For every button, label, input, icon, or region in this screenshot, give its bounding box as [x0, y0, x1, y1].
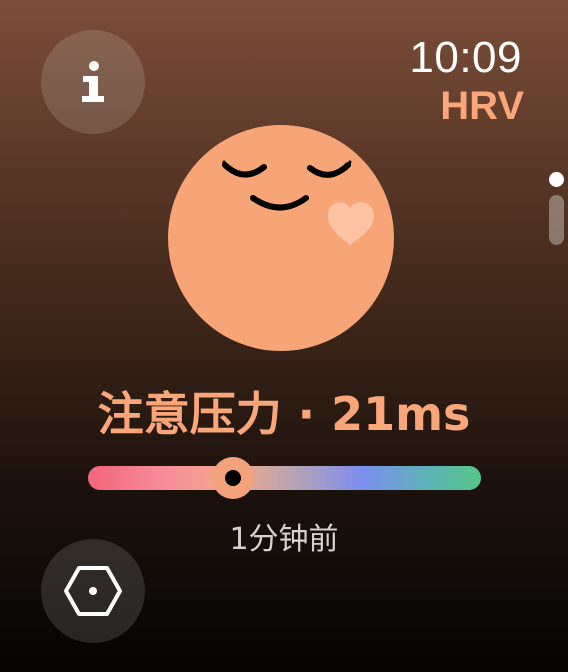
- info-button[interactable]: [41, 30, 145, 134]
- hrv-screen: 10:09 HRV 注意压力 · 21ms 1分钟前: [0, 0, 568, 672]
- stress-level-scale: [88, 457, 481, 499]
- stress-level-marker[interactable]: [212, 457, 255, 499]
- measure-button[interactable]: [41, 539, 145, 643]
- stress-level-marker-dot: [225, 470, 242, 486]
- face-circle: [168, 125, 394, 351]
- hexagon-dot-icon: [64, 566, 122, 616]
- app-title: HRV: [440, 84, 524, 128]
- scroll-bar: [549, 195, 564, 245]
- info-icon: [82, 61, 104, 102]
- scroll-position-dot: [549, 172, 564, 187]
- relaxed-face-icon: [168, 125, 394, 351]
- stress-status-text: 注意压力 · 21ms: [97, 387, 471, 441]
- scroll-indicator[interactable]: [546, 170, 568, 246]
- clock-time: 10:09: [409, 33, 522, 82]
